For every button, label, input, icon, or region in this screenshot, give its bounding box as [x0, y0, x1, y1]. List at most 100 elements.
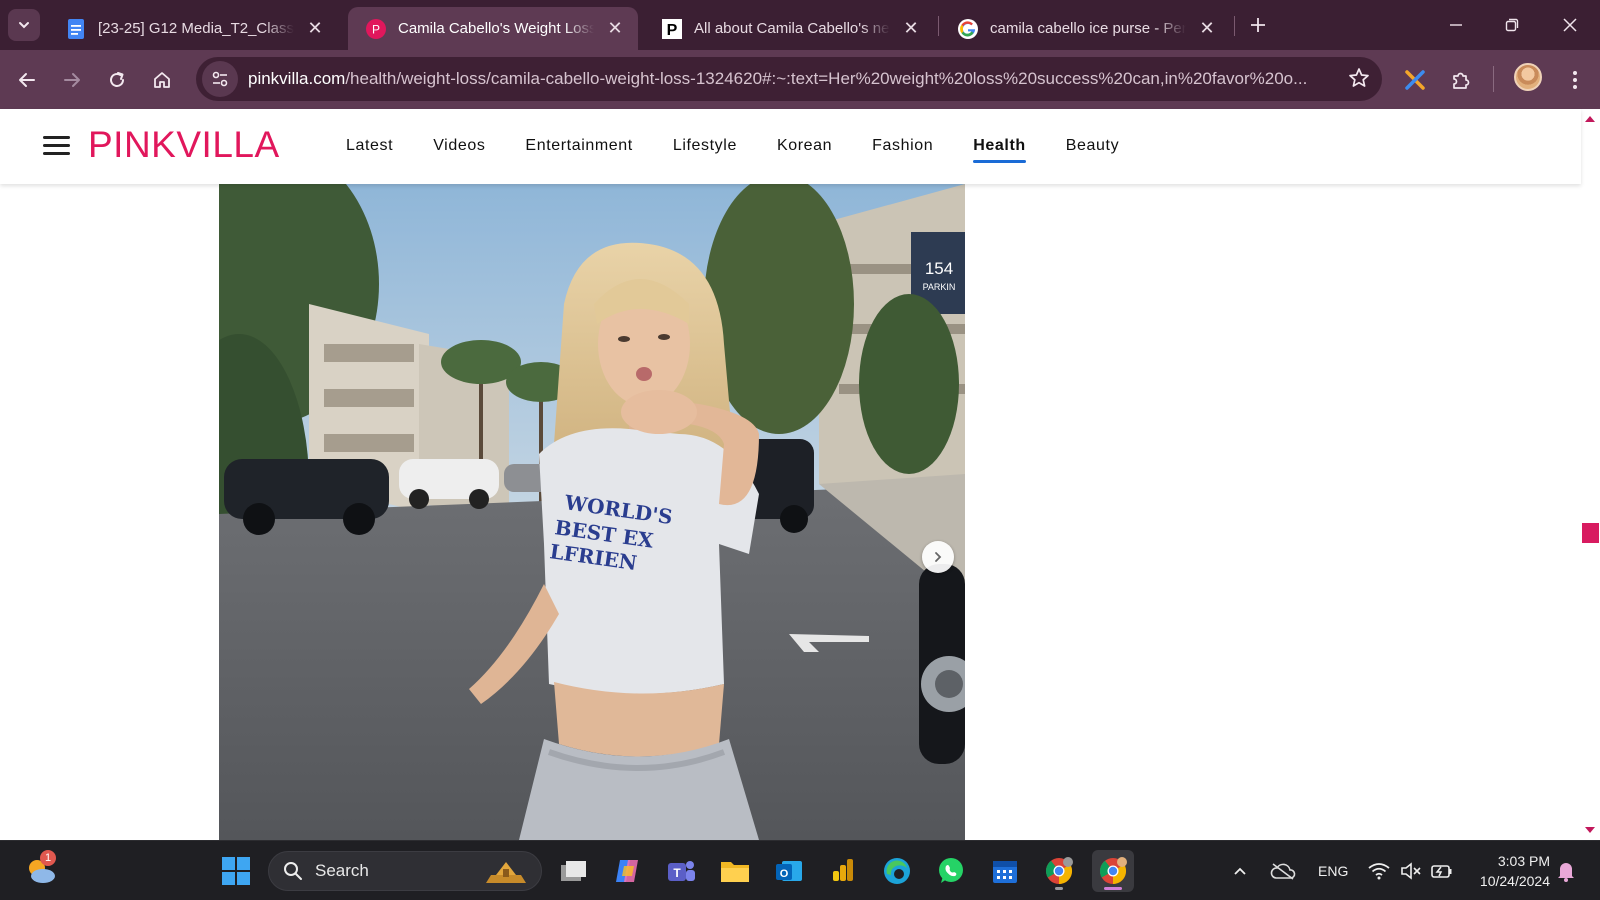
battery-button[interactable]	[1430, 841, 1454, 900]
extension-button[interactable]	[1398, 63, 1432, 97]
minimize-button[interactable]	[1436, 10, 1476, 40]
running-indicator	[1055, 887, 1063, 890]
nav-latest[interactable]: Latest	[346, 137, 393, 161]
bell-icon	[1558, 863, 1574, 882]
outlook-button[interactable]: O	[768, 850, 810, 892]
nav-korean[interactable]: Korean	[777, 137, 832, 161]
article-content: 154 PARKIN WORLD'S BEST EX LFRIEN	[0, 184, 1581, 840]
show-hidden-icons-button[interactable]	[1232, 841, 1248, 900]
close-window-button[interactable]	[1550, 10, 1590, 40]
tab-separator	[1234, 16, 1235, 36]
forward-button[interactable]	[55, 63, 89, 97]
calendar-button[interactable]	[984, 850, 1026, 892]
page-scrollbar[interactable]	[1581, 109, 1600, 840]
nav-entertainment[interactable]: Entertainment	[525, 137, 632, 161]
nav-health[interactable]: Health	[973, 137, 1026, 163]
tab-close-icon[interactable]: ✕	[304, 18, 326, 39]
wifi-button[interactable]	[1368, 841, 1390, 900]
tab-ice-purse-search[interactable]: camila cabello ice purse - Penelope ✕	[940, 7, 1230, 50]
browser-tab-strip: [23-25] G12 Media_T2_Classroom ✕ P Camil…	[0, 0, 1600, 50]
tab-separator	[938, 16, 939, 36]
svg-text:O: O	[780, 868, 789, 880]
search-highlight-temple-icon	[486, 862, 526, 883]
tab-close-icon[interactable]: ✕	[900, 18, 922, 39]
scroll-up-arrow-icon[interactable]	[1585, 116, 1595, 122]
tab-g12-media[interactable]: [23-25] G12 Media_T2_Classroom ✕	[48, 7, 338, 50]
site-info-button[interactable]	[202, 61, 238, 97]
pinkvilla-p-icon: P	[662, 18, 682, 39]
hamburger-menu-icon[interactable]	[43, 136, 70, 156]
carousel-next-button[interactable]	[922, 541, 954, 573]
system-clock[interactable]: 3:03 PM 10/24/2024	[1466, 851, 1550, 891]
chevron-right-icon	[935, 552, 942, 562]
tab-search-button[interactable]	[8, 9, 40, 41]
nav-fashion[interactable]: Fashion	[872, 137, 933, 161]
browser-menu-button[interactable]	[1558, 63, 1592, 97]
parking-sign-number: 154	[925, 259, 953, 278]
teams-icon: T	[668, 861, 695, 881]
article-photo: 154 PARKIN WORLD'S BEST EX LFRIEN	[219, 184, 965, 840]
file-explorer-icon	[721, 862, 749, 882]
reload-icon	[110, 72, 124, 87]
svg-text:P: P	[667, 22, 678, 39]
copilot-button[interactable]	[606, 850, 648, 892]
extension-x-icon	[1405, 70, 1425, 90]
url-path: /health/weight-loss/camila-cabello-weigh…	[345, 69, 1308, 88]
task-view-button[interactable]	[552, 850, 594, 892]
arrow-right-icon	[64, 73, 80, 87]
chrome-profile-icon	[1099, 857, 1127, 885]
tab-close-icon[interactable]: ✕	[604, 18, 626, 39]
scroll-down-arrow-icon[interactable]	[1585, 827, 1595, 833]
nav-lifestyle[interactable]: Lifestyle	[673, 137, 737, 161]
language-indicator[interactable]: ENG	[1318, 841, 1348, 900]
back-button[interactable]	[10, 63, 44, 97]
teams-button[interactable]: T	[660, 850, 702, 892]
file-explorer-button[interactable]	[714, 850, 756, 892]
close-icon	[1563, 18, 1577, 32]
home-icon	[154, 72, 170, 88]
power-bi-icon	[833, 859, 853, 881]
start-button[interactable]	[215, 850, 257, 892]
scrollbar-thumb[interactable]	[1582, 523, 1599, 543]
google-docs-icon	[66, 18, 86, 39]
weather-widget[interactable]: 1	[20, 850, 62, 892]
tab-close-icon[interactable]: ✕	[1196, 18, 1218, 39]
url-host: pinkvilla.com	[248, 69, 346, 88]
whatsapp-icon	[939, 858, 963, 883]
clock-date: 10/24/2024	[1479, 873, 1550, 889]
volume-button[interactable]	[1400, 841, 1422, 900]
more-vert-icon	[1573, 71, 1577, 89]
taskbar-search[interactable]: Search	[268, 851, 542, 891]
power-bi-button[interactable]	[822, 850, 864, 892]
nav-videos[interactable]: Videos	[433, 137, 485, 161]
whatsapp-button[interactable]	[930, 850, 972, 892]
tab-title: camila cabello ice purse - Penelope	[990, 20, 1186, 37]
address-bar[interactable]: pinkvilla.com/health/weight-loss/camila-…	[196, 57, 1382, 101]
url-text[interactable]: pinkvilla.com/health/weight-loss/camila-…	[248, 69, 1338, 89]
reload-button[interactable]	[100, 63, 134, 97]
chrome-profile-button[interactable]	[1092, 850, 1134, 892]
clock-time: 3:03 PM	[1497, 853, 1550, 869]
onedrive-button[interactable]	[1270, 841, 1296, 900]
star-icon	[1349, 68, 1369, 87]
restore-icon	[1505, 18, 1519, 32]
notifications-button[interactable]	[1556, 841, 1576, 900]
bookmark-button[interactable]	[1348, 67, 1370, 94]
nav-beauty[interactable]: Beauty	[1066, 137, 1119, 161]
site-logo[interactable]: PINKVILLA	[88, 124, 280, 166]
extensions-menu-button[interactable]	[1444, 63, 1478, 97]
toolbar-separator	[1493, 66, 1494, 92]
main-nav: Latest Videos Entertainment Lifestyle Ko…	[346, 137, 1159, 163]
windows-start-icon	[222, 857, 250, 885]
copilot-icon	[616, 860, 638, 882]
chrome-button[interactable]	[1038, 850, 1080, 892]
home-button[interactable]	[145, 63, 179, 97]
tab-title: [23-25] G12 Media_T2_Classroom	[98, 20, 294, 37]
tab-camila-weight-loss[interactable]: P Camila Cabello's Weight Loss: How ✕	[348, 7, 638, 50]
restore-button[interactable]	[1492, 10, 1532, 40]
new-tab-button[interactable]	[1244, 12, 1272, 40]
edge-button[interactable]	[876, 850, 918, 892]
profile-avatar[interactable]	[1514, 63, 1542, 91]
chevron-down-icon	[19, 22, 29, 29]
tab-camila-net-worth[interactable]: P All about Camila Cabello's net worth ✕	[644, 7, 934, 50]
